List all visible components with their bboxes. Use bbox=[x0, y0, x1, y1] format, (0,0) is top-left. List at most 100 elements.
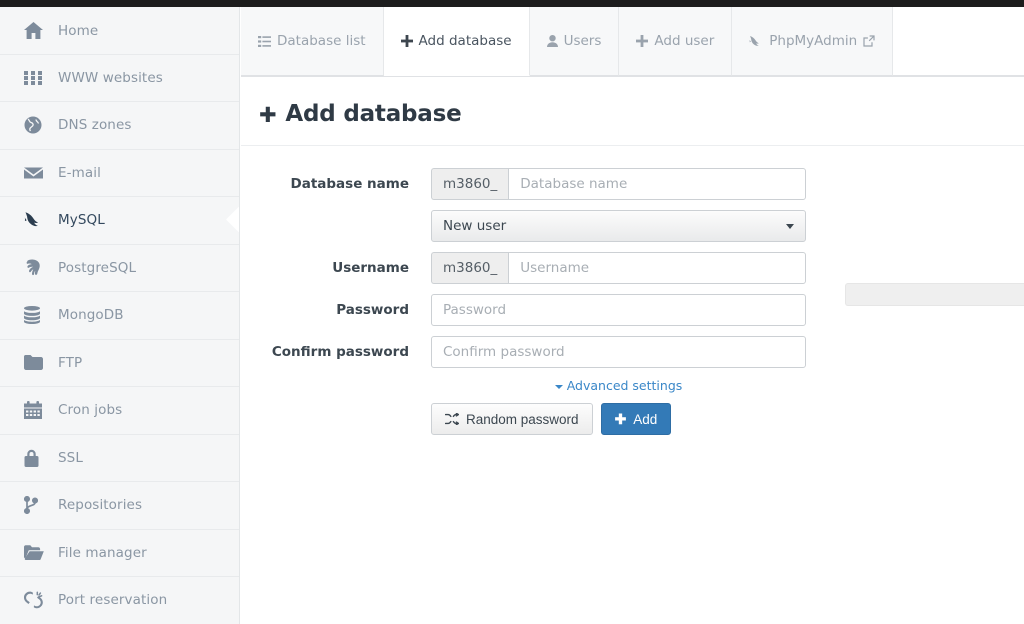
sidebar-item-dns-zones[interactable]: DNS zones bbox=[0, 102, 239, 150]
tab-bar-filler bbox=[893, 7, 1024, 76]
sidebar-item-label: PostgreSQL bbox=[54, 260, 136, 276]
tab-label: Add database bbox=[419, 33, 512, 49]
tab-users[interactable]: Users bbox=[530, 7, 620, 76]
advanced-settings-spacer bbox=[241, 378, 431, 393]
confirm-password-input-group bbox=[431, 336, 806, 368]
confirm-password-row: Confirm password bbox=[241, 336, 1024, 368]
page-title-text: Add database bbox=[285, 101, 461, 127]
database-name-label: Database name bbox=[241, 176, 431, 192]
username-prefix: m3860_ bbox=[431, 252, 508, 284]
database-name-prefix: m3860_ bbox=[431, 168, 508, 200]
folder-icon bbox=[24, 351, 54, 375]
sidebar-item-port-reservation[interactable]: Port reservation bbox=[0, 577, 239, 624]
app-root: Home WWW websites DNS zones bbox=[0, 0, 1024, 624]
user-select-row: New user bbox=[241, 210, 1024, 242]
user-icon bbox=[547, 35, 558, 47]
sidebar-item-label: MySQL bbox=[54, 212, 105, 228]
sidebar-item-cron-jobs[interactable]: Cron jobs bbox=[0, 387, 239, 435]
network-icon bbox=[24, 588, 54, 612]
external-link-icon bbox=[863, 35, 875, 47]
random-password-button[interactable]: Random password bbox=[431, 403, 593, 435]
sidebar-item-label: SSL bbox=[54, 450, 83, 466]
username-row: Username m3860_ bbox=[241, 252, 1024, 284]
password-label: Password bbox=[241, 302, 431, 318]
confirm-password-label: Confirm password bbox=[241, 344, 431, 360]
tab-database-list[interactable]: Database list bbox=[241, 7, 384, 76]
sidebar-item-mongodb[interactable]: MongoDB bbox=[0, 292, 239, 340]
sidebar-item-label: DNS zones bbox=[54, 117, 132, 133]
sidebar-item-postgresql[interactable]: PostgreSQL bbox=[0, 245, 239, 293]
database-name-input-group: m3860_ bbox=[431, 168, 806, 200]
advanced-settings-link[interactable]: Advanced settings bbox=[555, 378, 683, 393]
sidebar-item-file-manager[interactable]: File manager bbox=[0, 530, 239, 578]
top-bar bbox=[0, 0, 1024, 7]
plus-icon: ✚ bbox=[615, 412, 627, 426]
chevron-down-icon bbox=[786, 224, 794, 229]
tab-label: Users bbox=[564, 33, 602, 49]
sidebar-item-home[interactable]: Home bbox=[0, 7, 239, 55]
advanced-settings-row: Advanced settings bbox=[241, 378, 1024, 393]
sidebar-item-label: Cron jobs bbox=[54, 402, 122, 418]
add-button[interactable]: ✚ Add bbox=[601, 403, 672, 435]
caret-down-icon bbox=[555, 385, 563, 389]
elephant-icon bbox=[24, 256, 54, 280]
plus-icon bbox=[401, 35, 413, 47]
home-icon bbox=[24, 19, 54, 43]
tab-label: Add user bbox=[654, 33, 714, 49]
page-title: ✚ Add database bbox=[259, 101, 1024, 127]
user-select[interactable]: New user bbox=[431, 210, 806, 242]
password-input-group bbox=[431, 294, 806, 326]
sidebar-item-label: E-mail bbox=[54, 165, 101, 181]
sidebar-item-repositories[interactable]: Repositories bbox=[0, 482, 239, 530]
sidebar: Home WWW websites DNS zones bbox=[0, 7, 240, 624]
random-password-label: Random password bbox=[466, 412, 579, 427]
sidebar-item-label: File manager bbox=[54, 545, 147, 561]
dolphin-icon bbox=[24, 208, 54, 232]
confirm-password-input[interactable] bbox=[431, 336, 806, 368]
username-label: Username bbox=[241, 260, 431, 276]
dolphin-icon bbox=[749, 35, 763, 48]
sidebar-item-ssl[interactable]: SSL bbox=[0, 435, 239, 483]
password-strength-bar bbox=[845, 283, 1024, 306]
database-name-row: Database name m3860_ bbox=[241, 168, 1024, 200]
shuffle-icon bbox=[445, 413, 459, 425]
database-icon bbox=[24, 303, 54, 327]
code-branch-icon bbox=[24, 493, 54, 517]
list-icon bbox=[258, 36, 271, 47]
main-content: Database list Add database Users bbox=[241, 7, 1024, 624]
form-actions: Random password ✚ Add bbox=[241, 403, 1024, 435]
username-input-group: m3860_ bbox=[431, 252, 806, 284]
tab-label: PhpMyAdmin bbox=[769, 33, 857, 49]
tab-phpmyadmin[interactable]: PhpMyAdmin bbox=[732, 7, 893, 76]
plus-icon: ✚ bbox=[259, 105, 276, 126]
user-select-value: New user bbox=[443, 218, 506, 234]
sidebar-item-email[interactable]: E-mail bbox=[0, 150, 239, 198]
database-name-input[interactable] bbox=[508, 168, 806, 200]
advanced-settings-inner: Advanced settings bbox=[431, 378, 806, 393]
grid-icon bbox=[24, 66, 54, 90]
username-input[interactable] bbox=[508, 252, 806, 284]
sidebar-item-label: WWW websites bbox=[54, 70, 163, 86]
tab-add-user[interactable]: Add user bbox=[619, 7, 732, 76]
lock-icon bbox=[24, 446, 54, 470]
globe-icon bbox=[24, 113, 54, 137]
folder-open-icon bbox=[24, 541, 54, 565]
plus-icon bbox=[636, 35, 648, 47]
page-header: ✚ Add database bbox=[241, 77, 1024, 127]
password-input[interactable] bbox=[431, 294, 806, 326]
sidebar-item-label: Port reservation bbox=[54, 592, 167, 608]
advanced-settings-label: Advanced settings bbox=[567, 378, 683, 393]
tab-add-database[interactable]: Add database bbox=[384, 7, 530, 76]
sidebar-item-label: Repositories bbox=[54, 497, 142, 513]
sidebar-item-mysql[interactable]: MySQL bbox=[0, 197, 239, 245]
tab-bar: Database list Add database Users bbox=[241, 7, 1024, 77]
sidebar-item-label: MongoDB bbox=[54, 307, 124, 323]
envelope-icon bbox=[24, 161, 54, 185]
sidebar-item-label: Home bbox=[54, 23, 98, 39]
add-button-label: Add bbox=[633, 412, 657, 427]
sidebar-item-ftp[interactable]: FTP bbox=[0, 340, 239, 388]
tab-label: Database list bbox=[277, 33, 366, 49]
sidebar-item-label: FTP bbox=[54, 355, 82, 371]
calendar-icon bbox=[24, 398, 54, 422]
sidebar-item-www-websites[interactable]: WWW websites bbox=[0, 55, 239, 103]
